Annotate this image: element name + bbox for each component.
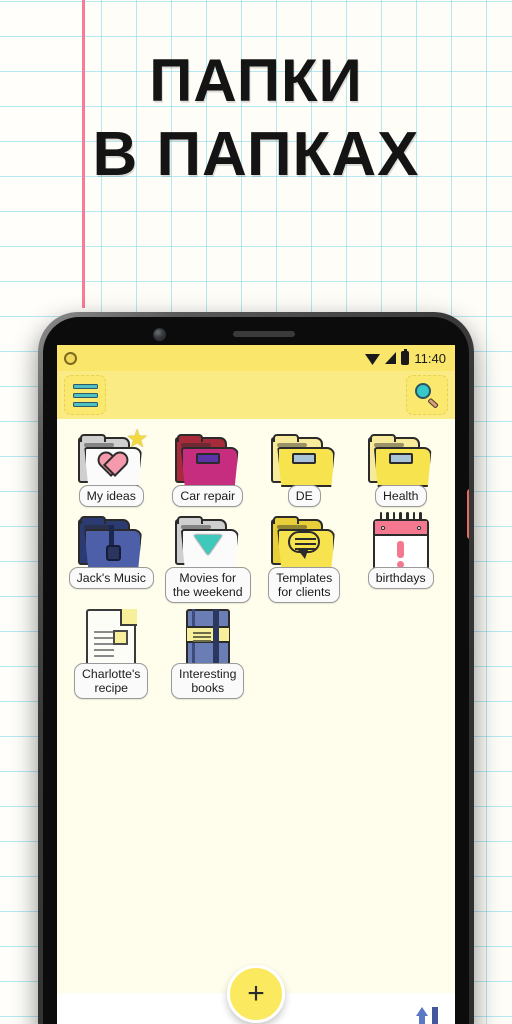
battery-icon	[401, 348, 410, 365]
folder-label: Jack's Music	[68, 567, 154, 589]
folder-label: birthdays	[367, 567, 434, 589]
folder-row: Charlotte's recipe Interesting books	[63, 605, 449, 699]
hamburger-menu-icon	[72, 383, 98, 389]
folder-item-jacks-music[interactable]: Jack's Music	[63, 509, 160, 589]
arrow-up-icon	[416, 1007, 428, 1024]
status-bar-time: 11:40	[414, 350, 446, 366]
folder-row: ★ My ideas Car repair DE Health	[63, 427, 449, 507]
label-tag-icon	[195, 453, 220, 464]
phone-bezel: 11:40 ★ My ideas Car repair DE Health Ja…	[43, 317, 469, 1024]
add-folder-button[interactable]: +	[227, 965, 285, 1023]
phone-mockup: 11:40 ★ My ideas Car repair DE Health Ja…	[38, 312, 474, 1024]
folder-label-icon	[267, 427, 341, 489]
folder-item-birthdays[interactable]: birthdays	[353, 509, 450, 589]
folder-label-icon	[171, 427, 245, 489]
search-button[interactable]	[406, 375, 448, 415]
page-title: ПАПКИ В ПАПКАХ	[0, 44, 512, 192]
folder-label: Interesting books	[171, 663, 245, 699]
folder-label: Movies for the weekend	[164, 567, 251, 603]
folder-item-health[interactable]: Health	[353, 427, 450, 507]
label-tag-icon	[292, 453, 317, 464]
folder-item-my-ideas[interactable]: ★ My ideas	[63, 427, 160, 507]
hamburger-menu-icon	[72, 401, 98, 407]
page-fold-icon	[119, 608, 137, 626]
note-document-icon	[74, 605, 148, 667]
text-lines-icon	[94, 631, 115, 633]
folder-label-icon	[364, 427, 438, 489]
power-button[interactable]	[467, 489, 469, 539]
folder-item-templates-for-clients[interactable]: Templates for clients	[256, 509, 353, 603]
folder-diamond-icon	[171, 509, 245, 571]
phone-screen: 11:40 ★ My ideas Car repair DE Health Ja…	[57, 345, 455, 1024]
calendar-alert-icon	[364, 509, 438, 571]
folder-label: DE	[287, 485, 321, 507]
speech-bubble-icon	[288, 531, 321, 559]
arrow-down-icon	[429, 1007, 441, 1024]
page-title-line-1: ПАПКИ	[149, 47, 363, 114]
folder-grid: ★ My ideas Car repair DE Health Jack's M…	[57, 419, 455, 993]
plus-icon: +	[247, 977, 265, 1010]
signal-icon	[385, 352, 397, 364]
book-elastic-strap	[212, 608, 219, 668]
page-title-line-2: В ПАПКАХ	[92, 120, 420, 189]
earpiece-speaker	[233, 331, 295, 337]
sort-arrows-button[interactable]	[416, 1007, 441, 1024]
notebook-icon	[171, 605, 245, 668]
wifi-icon	[365, 353, 381, 365]
app-toolbar	[57, 371, 455, 419]
star-icon: ★	[125, 425, 149, 453]
folder-item-de[interactable]: DE	[256, 427, 353, 507]
diamond-icon	[193, 535, 222, 555]
folder-label: My ideas	[78, 485, 144, 507]
folder-label: Charlotte's recipe	[74, 663, 149, 699]
folder-label: Health	[374, 485, 427, 507]
status-bar: 11:40	[57, 345, 455, 371]
status-bar-left	[64, 351, 77, 365]
sticky-note-icon	[113, 630, 129, 645]
bottom-bar: +	[57, 965, 455, 1024]
folder-item-car-repair[interactable]: Car repair	[160, 427, 257, 507]
folder-item-charlottes-recipe[interactable]: Charlotte's recipe	[63, 605, 160, 699]
zipper-icon	[105, 525, 121, 561]
heart-icon	[98, 453, 124, 477]
status-bar-right: 11:40	[365, 348, 446, 366]
folder-item-interesting-books[interactable]: Interesting books	[160, 605, 257, 699]
book-label-band	[186, 626, 229, 643]
folder-zipper-icon	[74, 509, 148, 571]
search-magnifier-icon	[414, 382, 440, 409]
folder-item-movies-for-the-weekend[interactable]: Movies for the weekend	[160, 509, 257, 603]
folder-row: Jack's Music Movies for the weekend Temp…	[63, 509, 449, 603]
folder-label: Car repair	[172, 485, 244, 507]
folder-heart-starred-icon: ★	[74, 427, 148, 489]
label-tag-icon	[388, 453, 413, 464]
hamburger-menu-icon	[72, 392, 98, 398]
hamburger-menu-button[interactable]	[64, 375, 106, 415]
exclamation-icon	[375, 541, 427, 568]
folder-bubble-icon	[267, 509, 341, 571]
front-camera-icon	[153, 328, 166, 341]
circle-icon	[64, 351, 77, 365]
folder-label: Templates for clients	[268, 567, 341, 603]
